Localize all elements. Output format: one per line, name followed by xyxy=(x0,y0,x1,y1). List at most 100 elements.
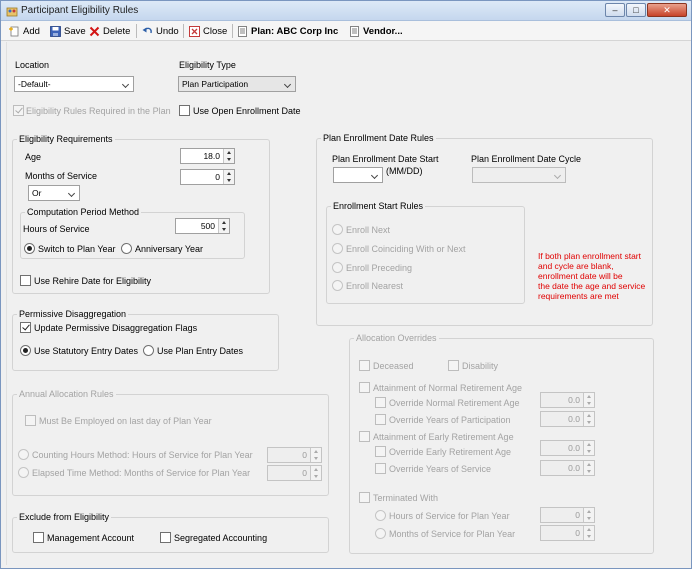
hours-of-service-stepper[interactable]: 500 xyxy=(175,218,230,234)
plan-enrollment-title: Plan Enrollment Date Rules xyxy=(321,133,436,143)
allocation-overrides-title: Allocation Overrides xyxy=(354,333,439,343)
term-months-stepper[interactable]: 0 xyxy=(540,525,595,541)
stepper-arrows-icon[interactable] xyxy=(583,526,594,540)
enroll-next-radio[interactable] xyxy=(332,224,343,235)
term-months-label: Months of Service for Plan Year xyxy=(389,529,516,539)
eligibility-type-select[interactable]: Plan Participation xyxy=(178,76,296,92)
plan-entry-label: Use Plan Entry Dates xyxy=(157,346,244,356)
months-of-service-stepper[interactable]: 0 xyxy=(180,169,235,185)
counting-hours-radio[interactable] xyxy=(18,449,29,460)
plan-entry-radio[interactable] xyxy=(143,345,154,356)
eligibility-window: Participant Eligibility Rules – □ ✕ Add … xyxy=(0,0,692,569)
stepper-arrows-icon[interactable] xyxy=(310,466,321,480)
override-early-age-checkbox[interactable] xyxy=(375,446,386,457)
term-hours-stepper[interactable]: 0 xyxy=(540,507,595,523)
allocation-overrides-group: Allocation Overrides Deceased Disability… xyxy=(349,333,654,554)
statutory-entry-radio[interactable] xyxy=(20,345,31,356)
stepper-arrows-icon[interactable] xyxy=(583,393,594,407)
enroll-nearest-label: Enroll Nearest xyxy=(346,281,404,291)
enrollment-cycle-select[interactable] xyxy=(472,167,566,183)
maximize-button[interactable]: □ xyxy=(626,3,646,17)
term-months-radio[interactable] xyxy=(375,528,386,539)
permissive-disaggregation-group: Permissive Disaggregation Update Permiss… xyxy=(12,309,279,371)
enrollment-start-rules-group: Enrollment Start Rules Enroll Next Enrol… xyxy=(326,201,525,304)
override-normal-age-stepper[interactable]: 0.0 xyxy=(540,392,595,408)
must-be-employed-checkbox[interactable] xyxy=(25,415,36,426)
stepper-arrows-icon[interactable] xyxy=(583,412,594,426)
enroll-coinciding-radio[interactable] xyxy=(332,243,343,254)
override-years-participation-checkbox[interactable] xyxy=(375,414,386,425)
elapsed-time-radio[interactable] xyxy=(18,467,29,478)
enroll-preceding-radio[interactable] xyxy=(332,262,343,273)
rehire-date-checkbox[interactable] xyxy=(20,275,31,286)
chevron-down-icon xyxy=(551,168,565,182)
plan-button[interactable]: Plan: ABC Corp Inc xyxy=(237,24,338,38)
stepper-arrows-icon[interactable] xyxy=(223,170,234,184)
close-button[interactable]: Close xyxy=(189,24,227,38)
location-select[interactable]: -Default- xyxy=(14,76,134,92)
enroll-next-label: Enroll Next xyxy=(346,225,391,235)
delete-icon xyxy=(89,26,100,36)
override-years-participation-stepper[interactable]: 0.0 xyxy=(540,411,595,427)
toolbar-separator xyxy=(136,24,137,38)
stepper-arrows-icon[interactable] xyxy=(583,461,594,475)
anniversary-year-radio[interactable] xyxy=(121,243,132,254)
statutory-entry-label: Use Statutory Entry Dates xyxy=(34,346,139,356)
vendor-button[interactable]: Vendor... xyxy=(349,24,403,38)
logic-operator-select[interactable]: Or xyxy=(28,185,80,201)
computation-period-group: Computation Period Method Hours of Servi… xyxy=(20,207,245,259)
vendor-document-icon xyxy=(350,25,359,37)
stepper-arrows-icon[interactable] xyxy=(218,219,229,233)
save-button[interactable]: Save xyxy=(50,24,86,38)
eligibility-requirements-group: Eligibility Requirements Age 18.0 Months… xyxy=(12,134,270,294)
override-years-service-checkbox[interactable] xyxy=(375,463,386,474)
counting-hours-stepper[interactable]: 0 xyxy=(267,447,322,463)
enroll-nearest-radio[interactable] xyxy=(332,280,343,291)
stepper-arrows-icon[interactable] xyxy=(583,441,594,455)
term-hours-radio[interactable] xyxy=(375,510,386,521)
override-early-age-stepper[interactable]: 0.0 xyxy=(540,440,595,456)
add-button[interactable]: Add xyxy=(9,24,40,38)
hours-of-service-label: Hours of Service xyxy=(23,224,90,234)
computation-period-title: Computation Period Method xyxy=(25,207,142,217)
age-label: Age xyxy=(25,152,42,162)
management-account-checkbox[interactable] xyxy=(33,532,44,543)
stepper-arrows-icon[interactable] xyxy=(310,448,321,462)
anniversary-year-label: Anniversary Year xyxy=(135,244,204,254)
override-years-service-stepper[interactable]: 0.0 xyxy=(540,460,595,476)
disability-checkbox[interactable] xyxy=(448,360,459,371)
toolbar-separator xyxy=(232,24,233,38)
annual-allocation-group: Annual Allocation Rules Must Be Employed… xyxy=(12,389,329,496)
override-normal-age-checkbox[interactable] xyxy=(375,397,386,408)
switch-to-plan-year-radio[interactable] xyxy=(24,243,35,254)
rules-required-checkbox[interactable] xyxy=(13,105,24,116)
close-window-button[interactable]: ✕ xyxy=(647,3,687,17)
enrollment-start-select[interactable] xyxy=(333,167,383,183)
terminated-with-label: Terminated With xyxy=(373,493,439,503)
rules-required-label: Eligibility Rules Required in the Plan xyxy=(26,106,171,116)
minimize-button[interactable]: – xyxy=(605,3,625,17)
delete-button[interactable]: Delete xyxy=(89,24,130,38)
disability-label: Disability xyxy=(462,361,499,371)
age-stepper[interactable]: 18.0 xyxy=(180,148,235,164)
must-be-employed-label: Must Be Employed on last day of Plan Yea… xyxy=(39,416,212,426)
enroll-preceding-label: Enroll Preceding xyxy=(346,263,413,273)
normal-retirement-checkbox[interactable] xyxy=(359,382,370,393)
toolbar: Add Save Delete Undo Close Plan: ABC Cor… xyxy=(1,21,691,41)
window-title: Participant Eligibility Rules xyxy=(21,5,139,16)
normal-retirement-label: Attainment of Normal Retirement Age xyxy=(373,383,523,393)
elapsed-time-stepper[interactable]: 0 xyxy=(267,465,322,481)
stepper-arrows-icon[interactable] xyxy=(583,508,594,522)
open-enrollment-checkbox[interactable] xyxy=(179,105,190,116)
update-permissive-checkbox[interactable] xyxy=(20,322,31,333)
update-permissive-label: Update Permissive Disaggregation Flags xyxy=(34,323,198,333)
undo-button[interactable]: Undo xyxy=(142,24,179,38)
early-retirement-checkbox[interactable] xyxy=(359,431,370,442)
deceased-label: Deceased xyxy=(373,361,414,371)
deceased-checkbox[interactable] xyxy=(359,360,370,371)
stepper-arrows-icon[interactable] xyxy=(223,149,234,163)
segregated-accounting-checkbox[interactable] xyxy=(160,532,171,543)
document-icon xyxy=(238,25,247,37)
override-normal-age-label: Override Normal Retirement Age xyxy=(389,398,520,408)
terminated-with-checkbox[interactable] xyxy=(359,492,370,503)
